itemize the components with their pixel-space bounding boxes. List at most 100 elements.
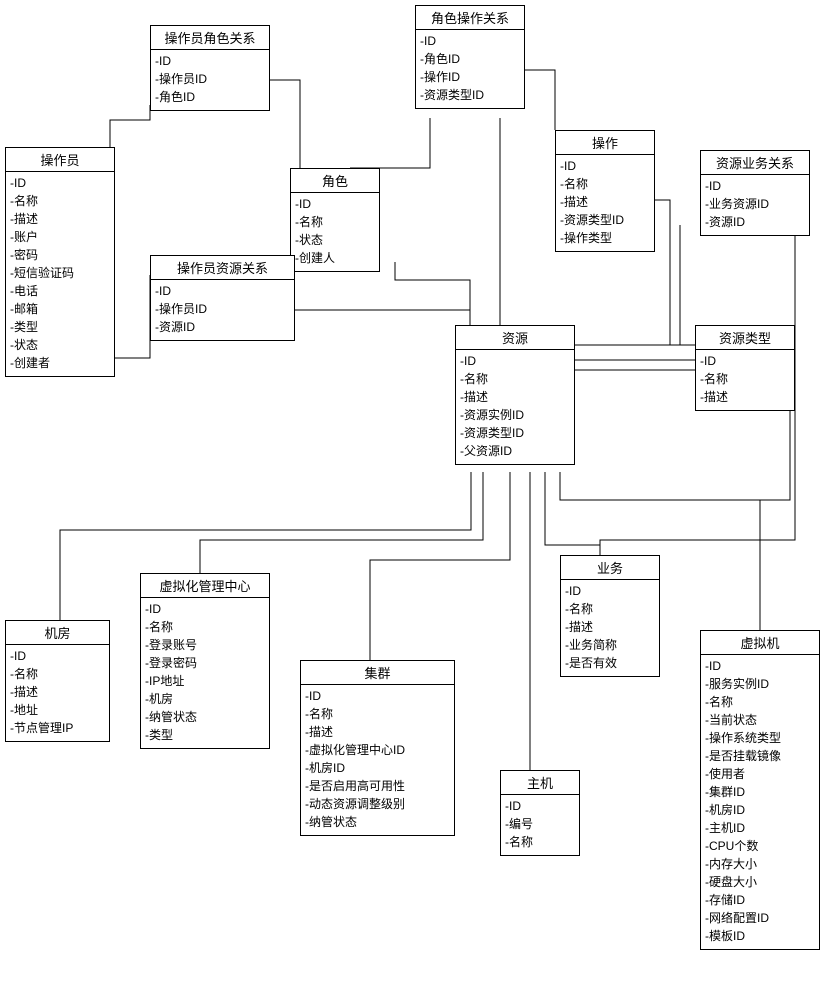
attr: -动态资源调整级别 (305, 795, 450, 813)
attr: -资源ID (705, 213, 805, 231)
attr: -描述 (560, 193, 650, 211)
attr: -业务简称 (565, 636, 655, 654)
entity-title: 操作员 (6, 148, 114, 172)
entity-op-res-rel: 操作员资源关系 -ID -操作员ID -资源ID (150, 255, 295, 341)
attr: -名称 (10, 665, 105, 683)
attr: -编号 (505, 815, 575, 833)
entity-op-role-rel: 操作员角色关系 -ID -操作员ID -角色ID (150, 25, 270, 111)
attr: -业务资源ID (705, 195, 805, 213)
attr: -操作类型 (560, 229, 650, 247)
attr: -角色ID (155, 88, 265, 106)
attr: -状态 (295, 231, 375, 249)
attr: -ID (505, 797, 575, 815)
attr: -描述 (305, 723, 450, 741)
entity-body: -ID -操作员ID -角色ID (151, 50, 269, 110)
entity-title: 虚拟机 (701, 631, 819, 655)
entity-body: -ID -名称 -登录账号 -登录密码 -IP地址 -机房 -纳管状态 -类型 (141, 598, 269, 748)
attr: -纳管状态 (305, 813, 450, 831)
attr: -ID (10, 647, 105, 665)
attr: -名称 (305, 705, 450, 723)
attr: -状态 (10, 336, 110, 354)
attr: -ID (10, 174, 110, 192)
attr: -名称 (705, 693, 815, 711)
attr: -登录密码 (145, 654, 265, 672)
attr: -名称 (505, 833, 575, 851)
entity-title: 资源类型 (696, 326, 794, 350)
entity-body: -ID -名称 -状态 -创建人 (291, 193, 379, 271)
attr: -集群ID (705, 783, 815, 801)
attr: -虚拟化管理中心ID (305, 741, 450, 759)
attr: -资源类型ID (460, 424, 570, 442)
attr: -主机ID (705, 819, 815, 837)
attr: -登录账号 (145, 636, 265, 654)
attr: -ID (460, 352, 570, 370)
entity-body: -ID -角色ID -操作ID -资源类型ID (416, 30, 524, 108)
entity-body: -ID -服务实例ID -名称 -当前状态 -操作系统类型 -是否挂载镜像 -使… (701, 655, 819, 949)
attr: -CPU个数 (705, 837, 815, 855)
attr: -描述 (10, 683, 105, 701)
attr: -名称 (145, 618, 265, 636)
attr: -ID (560, 157, 650, 175)
attr: -ID (305, 687, 450, 705)
attr: -名称 (460, 370, 570, 388)
entity-res-biz-rel: 资源业务关系 -ID -业务资源ID -资源ID (700, 150, 810, 236)
attr: -描述 (10, 210, 110, 228)
entity-title: 业务 (561, 556, 659, 580)
attr: -ID (295, 195, 375, 213)
attr: -ID (145, 600, 265, 618)
attr: -硬盘大小 (705, 873, 815, 891)
attr: -资源类型ID (420, 86, 520, 104)
attr: -名称 (10, 192, 110, 210)
attr: -操作员ID (155, 300, 290, 318)
entity-body: -ID -名称 -描述 -账户 -密码 -短信验证码 -电话 -邮箱 -类型 -… (6, 172, 114, 376)
entity-resource: 资源 -ID -名称 -描述 -资源实例ID -资源类型ID -父资源ID (455, 325, 575, 465)
entity-title: 集群 (301, 661, 454, 685)
attr: -存储ID (705, 891, 815, 909)
entity-biz: 业务 -ID -名称 -描述 -业务简称 -是否有效 (560, 555, 660, 677)
entity-title: 主机 (501, 771, 579, 795)
entity-cluster: 集群 -ID -名称 -描述 -虚拟化管理中心ID -机房ID -是否启用高可用… (300, 660, 455, 836)
attr: -ID (420, 32, 520, 50)
attr: -IP地址 (145, 672, 265, 690)
attr: -机房 (145, 690, 265, 708)
entity-role: 角色 -ID -名称 -状态 -创建人 (290, 168, 380, 272)
attr: -ID (155, 282, 290, 300)
attr: -创建人 (295, 249, 375, 267)
attr: -是否挂载镜像 (705, 747, 815, 765)
attr: -服务实例ID (705, 675, 815, 693)
attr: -ID (705, 177, 805, 195)
entity-title: 虚拟化管理中心 (141, 574, 269, 598)
attr: -是否有效 (565, 654, 655, 672)
entity-host: 主机 -ID -编号 -名称 (500, 770, 580, 856)
attr: -名称 (565, 600, 655, 618)
entity-title: 资源 (456, 326, 574, 350)
attr: -节点管理IP (10, 719, 105, 737)
entity-title: 资源业务关系 (701, 151, 809, 175)
attr: -创建者 (10, 354, 110, 372)
attr: -描述 (460, 388, 570, 406)
entity-operator: 操作员 -ID -名称 -描述 -账户 -密码 -短信验证码 -电话 -邮箱 -… (5, 147, 115, 377)
attr: -ID (700, 352, 790, 370)
attr: -ID (565, 582, 655, 600)
attr: -操作员ID (155, 70, 265, 88)
attr: -资源类型ID (560, 211, 650, 229)
attr: -当前状态 (705, 711, 815, 729)
attr: -资源ID (155, 318, 290, 336)
entity-title: 操作员资源关系 (151, 256, 294, 280)
entity-res-type: 资源类型 -ID -名称 -描述 (695, 325, 795, 411)
entity-title: 操作员角色关系 (151, 26, 269, 50)
entity-body: -ID -业务资源ID -资源ID (701, 175, 809, 235)
attr: -ID (705, 657, 815, 675)
attr: -角色ID (420, 50, 520, 68)
attr: -描述 (565, 618, 655, 636)
entity-body: -ID -名称 -描述 -业务简称 -是否有效 (561, 580, 659, 676)
attr: -网络配置ID (705, 909, 815, 927)
attr: -电话 (10, 282, 110, 300)
entity-body: -ID -操作员ID -资源ID (151, 280, 294, 340)
entity-body: -ID -名称 -描述 -地址 -节点管理IP (6, 645, 109, 741)
entity-role-op-rel: 角色操作关系 -ID -角色ID -操作ID -资源类型ID (415, 5, 525, 109)
entity-title: 角色 (291, 169, 379, 193)
attr: -使用者 (705, 765, 815, 783)
attr: -地址 (10, 701, 105, 719)
entity-body: -ID -名称 -描述 (696, 350, 794, 410)
